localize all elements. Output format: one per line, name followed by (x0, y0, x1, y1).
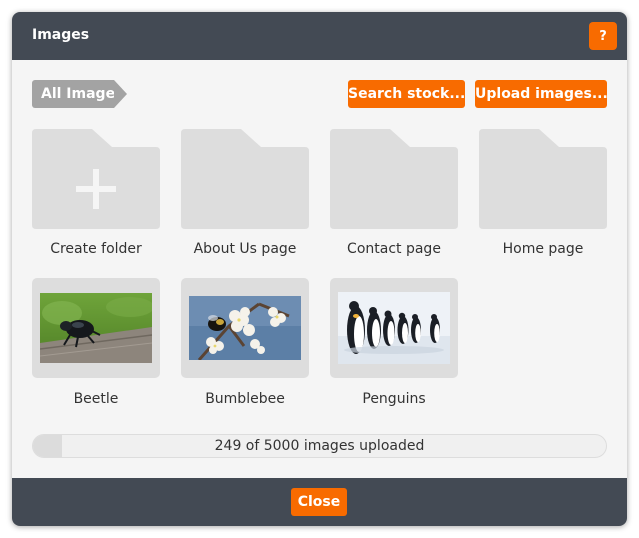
dialog-title: Images (32, 27, 90, 43)
upload-progress-bar: 249 of 5000 images uploaded (32, 434, 607, 458)
folder-about-us[interactable]: About Us page (181, 129, 309, 257)
folder-icon[interactable] (181, 129, 309, 229)
folder-icon[interactable] (330, 129, 458, 229)
help-button[interactable]: ? (589, 22, 617, 50)
image-tile-penguins[interactable]: Penguins (330, 278, 458, 407)
breadcrumb-arrow (114, 80, 127, 108)
images-dialog: Images ? All Images Search stock... Uplo… (12, 12, 627, 526)
dialog-footer: Close (12, 478, 627, 526)
image-tile-bumblebee[interactable]: Bumblebee (181, 278, 309, 407)
folder-label: Contact page (347, 241, 441, 257)
folder-plus-icon[interactable] (32, 129, 160, 229)
beetle-image (40, 293, 152, 363)
image-tile-beetle[interactable]: Beetle (32, 278, 160, 407)
image-thumbnail[interactable] (330, 278, 458, 378)
dialog-header: Images ? (12, 12, 627, 60)
folder-label: About Us page (193, 241, 297, 257)
upload-images-button[interactable]: Upload images... (475, 80, 608, 108)
upload-progress-text: 249 of 5000 images uploaded (214, 438, 425, 454)
folder-label: Home page (502, 241, 584, 257)
image-label: Beetle (73, 391, 119, 407)
close-button[interactable]: Close (291, 488, 347, 516)
penguins-image (338, 292, 450, 364)
folder-contact[interactable]: Contact page (330, 129, 458, 257)
search-stock-button[interactable]: Search stock... (348, 80, 465, 108)
image-label: Penguins (362, 391, 426, 407)
create-folder-tile[interactable]: Create folder (32, 129, 160, 257)
image-thumbnail[interactable] (32, 278, 160, 378)
folder-home[interactable]: Home page (479, 129, 607, 257)
breadcrumb-all-images: All Images (32, 80, 123, 108)
create-folder-label: Create folder (50, 241, 142, 257)
folder-icon[interactable] (479, 129, 607, 229)
bumblebee-image (189, 296, 301, 360)
image-label: Bumblebee (205, 391, 285, 407)
image-thumbnail[interactable] (181, 278, 309, 378)
